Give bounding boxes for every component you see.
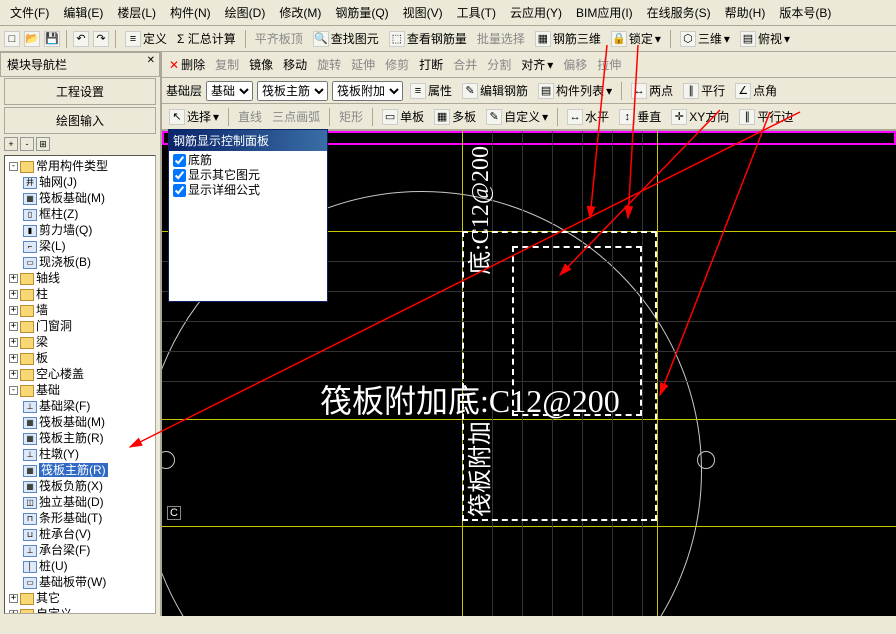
mirror-button[interactable]: 镜像 xyxy=(246,55,276,74)
top-view-button[interactable]: ▤俯视 ▾ xyxy=(737,29,793,48)
delete-button[interactable]: ✕删除 xyxy=(166,55,208,74)
rect-tool-button[interactable]: 矩形 xyxy=(336,107,366,126)
find-element-button[interactable]: 🔍查找图元 xyxy=(310,29,382,48)
tab-project-settings[interactable]: 工程设置 xyxy=(4,78,156,105)
two-point-button[interactable]: ↔两点 xyxy=(628,81,676,100)
lock-button[interactable]: 🔒锁定 ▾ xyxy=(608,29,664,48)
rebar-display-control-panel[interactable]: 钢筋显示控制面板 底筋 显示其它图元 显示详细公式 xyxy=(168,129,328,302)
custom-button[interactable]: ✎自定义 ▾ xyxy=(483,107,551,126)
menu-modify[interactable]: 修改(M) xyxy=(273,2,327,23)
menu-view[interactable]: 视图(V) xyxy=(397,2,449,23)
collapse-icon[interactable]: - xyxy=(20,137,34,151)
opt-show-other[interactable]: 显示其它图元 xyxy=(173,168,323,183)
trim-button[interactable]: 修剪 xyxy=(382,55,412,74)
multi-board-button[interactable]: ▦多板 xyxy=(431,107,479,126)
menu-member[interactable]: 构件(N) xyxy=(164,2,217,23)
c-marker: C xyxy=(167,506,181,520)
tree-toolbar: + - ⊞ xyxy=(0,135,160,153)
member-table-button[interactable]: ▤构件列表 ▾ xyxy=(535,81,615,100)
layer-select[interactable]: 基础 xyxy=(206,81,253,101)
offset-button[interactable]: 偏移 xyxy=(560,55,590,74)
view-rebar-qty-button[interactable]: ⬚查看钢筋量 xyxy=(386,29,470,48)
menu-version[interactable]: 版本号(B) xyxy=(773,2,837,23)
select-tool-button[interactable]: ↖选择 ▾ xyxy=(166,107,222,126)
menu-file[interactable]: 文件(F) xyxy=(4,2,55,23)
opt-bottom-rebar[interactable]: 底筋 xyxy=(173,153,323,168)
undo-icon[interactable]: ↶ xyxy=(73,31,89,47)
vertical-button[interactable]: ↕垂直 xyxy=(616,107,664,126)
menu-draw[interactable]: 绘图(D) xyxy=(219,2,272,23)
arc-tool-button[interactable]: 三点画弧 xyxy=(269,107,323,126)
define-button[interactable]: ≡定义 xyxy=(122,29,170,48)
opt-show-formula[interactable]: 显示详细公式 xyxy=(173,183,323,198)
new-icon[interactable]: □ xyxy=(4,31,20,47)
module-nav-panel: 模块导航栏✕ 工程设置 绘图输入 + - ⊞ -常用构件类型 井轴网(J) ▦筏… xyxy=(0,52,162,616)
line-tool-button[interactable]: 直线 xyxy=(235,107,265,126)
layer-label: 基础层 xyxy=(166,82,202,99)
edit-rebar-button[interactable]: ✎编辑钢筋 xyxy=(459,81,531,100)
stretch-button[interactable]: 拉伸 xyxy=(594,55,624,74)
redo-icon[interactable]: ↷ xyxy=(93,31,109,47)
open-icon[interactable]: 📂 xyxy=(24,31,40,47)
move-button[interactable]: 移动 xyxy=(280,55,310,74)
menu-online[interactable]: 在线服务(S) xyxy=(641,2,717,23)
menu-bim[interactable]: BIM应用(I) xyxy=(570,2,639,23)
annotation-main-text: 筏板附加底:C12@200 xyxy=(320,376,620,422)
menu-help[interactable]: 帮助(H) xyxy=(719,2,772,23)
point-angle-button[interactable]: ∠点角 xyxy=(732,81,780,100)
horizontal-button[interactable]: ↔水平 xyxy=(564,107,612,126)
break-button[interactable]: 打断 xyxy=(416,55,446,74)
component-tree[interactable]: -常用构件类型 井轴网(J) ▦筏板基础(M) ▯框柱(Z) ▮剪力墙(Q) ⌐… xyxy=(4,155,156,614)
rotate-button[interactable]: 旋转 xyxy=(314,55,344,74)
parallel-edge-button[interactable]: ∥平行边 xyxy=(736,107,796,126)
menu-bar: 文件(F) 编辑(E) 楼层(L) 构件(N) 绘图(D) 修改(M) 钢筋量(… xyxy=(0,0,896,26)
menu-floor[interactable]: 楼层(L) xyxy=(111,2,162,23)
menu-tool[interactable]: 工具(T) xyxy=(451,2,502,23)
align-button[interactable]: 对齐 ▾ xyxy=(518,55,556,74)
tree-icon[interactable]: ⊞ xyxy=(36,137,50,151)
type-select[interactable]: 筏板主筋 xyxy=(257,81,328,101)
batch-select-button[interactable]: 批量选择 xyxy=(474,29,528,48)
annotation-vertical-text-1: 底:C12@200 xyxy=(460,146,495,275)
nav-title: 模块导航栏✕ xyxy=(0,52,160,77)
xy-direction-button[interactable]: ✛XY方向 xyxy=(668,107,732,126)
subtype-select[interactable]: 筏板附加 xyxy=(332,81,403,101)
selected-item-raft-main-rebar: 筏板主筋(R) xyxy=(39,463,108,477)
save-icon[interactable]: 💾 xyxy=(44,31,60,47)
view-3d-button[interactable]: ⬡三维 ▾ xyxy=(677,29,733,48)
extend-button[interactable]: 延伸 xyxy=(348,55,378,74)
merge-button[interactable]: 合并 xyxy=(450,55,480,74)
toolbar-file: □ 📂 💾 ↶ ↷ ≡定义 Σ 汇总计算 平齐板顶 🔍查找图元 ⬚查看钢筋量 批… xyxy=(0,26,896,52)
menu-edit[interactable]: 编辑(E) xyxy=(57,2,109,23)
level-board-button[interactable]: 平齐板顶 xyxy=(252,29,306,48)
tab-draw-input[interactable]: 绘图输入 xyxy=(4,107,156,134)
rebar-3d-button[interactable]: ▦钢筋三维 xyxy=(532,29,604,48)
copy-button[interactable]: 复制 xyxy=(212,55,242,74)
panel-title: 钢筋显示控制面板 xyxy=(169,130,327,151)
menu-cloud[interactable]: 云应用(Y) xyxy=(504,2,568,23)
menu-rebar[interactable]: 钢筋量(Q) xyxy=(329,2,394,23)
sum-calc-button[interactable]: Σ 汇总计算 xyxy=(174,29,239,48)
parallel-button[interactable]: ∥平行 xyxy=(680,81,728,100)
split-button[interactable]: 分割 xyxy=(484,55,514,74)
close-icon[interactable]: ✕ xyxy=(147,55,155,66)
expand-icon[interactable]: + xyxy=(4,137,18,151)
single-board-button[interactable]: ▭单板 xyxy=(379,107,427,126)
annotation-vertical-text-2: 筏板附加 xyxy=(460,421,495,517)
property-button[interactable]: ≡属性 xyxy=(407,81,455,100)
